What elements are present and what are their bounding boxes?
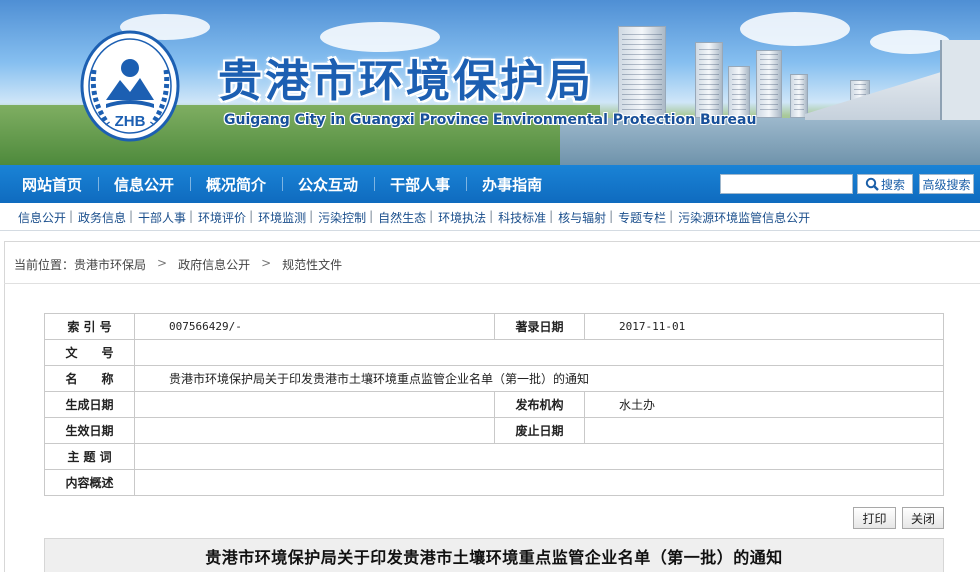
breadcrumb-separator: > xyxy=(261,256,272,270)
breadcrumb-prefix: 当前位置： xyxy=(14,258,75,272)
subnav-item[interactable]: 污染源环境监管信息公开 xyxy=(669,209,816,226)
name-label: 名 称 xyxy=(44,365,135,392)
table-row: 生效日期 废止日期 xyxy=(44,417,944,444)
doc-number-value xyxy=(134,339,944,366)
doc-number-label: 文 号 xyxy=(44,339,135,366)
summary-label: 内容概述 xyxy=(44,469,135,496)
date-recorded-label: 著录日期 xyxy=(494,313,585,340)
subnav-item[interactable]: 干部人事 xyxy=(129,209,192,226)
sub-nav: 信息公开 政务信息 干部人事 环境评价 环境监测 污染控制 自然生态 环境执法 … xyxy=(0,203,980,231)
print-button[interactable]: 打印 xyxy=(853,507,896,529)
table-row: 生成日期 发布机构 水土办 xyxy=(44,391,944,418)
search-icon xyxy=(865,177,879,191)
expired-date-value xyxy=(584,417,944,444)
subnav-item[interactable]: 信息公开 xyxy=(12,209,72,226)
search-button-label: 搜索 xyxy=(880,177,905,192)
zhb-logo: ZHB xyxy=(80,30,180,142)
divider xyxy=(4,283,980,284)
breadcrumb-separator: > xyxy=(157,256,168,270)
building-shape xyxy=(728,66,750,118)
breadcrumb-link[interactable]: 规范性文件 xyxy=(282,256,342,273)
table-row: 名 称 贵港市环境保护局关于印发贵港市土壤环境重点监管企业名单（第一批）的通知 xyxy=(44,365,944,392)
subnav-item[interactable]: 科技标准 xyxy=(489,209,552,226)
building-shape xyxy=(940,40,980,120)
breadcrumb-link[interactable]: 政府信息公开 xyxy=(178,256,250,273)
document-info-table: 索 引 号 007566429/- 著录日期 2017-11-01 文 号 名 … xyxy=(44,313,944,496)
created-date-value xyxy=(134,391,495,418)
logo-text: ZHB xyxy=(115,113,146,130)
keywords-value xyxy=(134,443,944,470)
subnav-item[interactable]: 核与辐射 xyxy=(549,209,612,226)
nav-item-overview[interactable]: 概况简介 xyxy=(190,174,282,195)
keywords-label: 主 题 词 xyxy=(44,443,135,470)
table-row: 主 题 词 xyxy=(44,443,944,470)
index-value: 007566429/- xyxy=(134,313,495,340)
site-title: 贵港市环境保护局 xyxy=(218,56,594,107)
breadcrumb: 当前位置： 贵港市环保局 > 政府信息公开 > 规范性文件 xyxy=(14,256,342,273)
search-input[interactable] xyxy=(720,174,853,194)
subnav-item[interactable]: 政务信息 xyxy=(69,209,132,226)
subnav-item[interactable]: 专题专栏 xyxy=(609,209,672,226)
summary-value xyxy=(134,469,944,496)
table-row: 文 号 xyxy=(44,339,944,366)
document-title: 贵港市环境保护局关于印发贵港市土壤环境重点监管企业名单（第一批）的通知 xyxy=(205,547,783,567)
publisher-label: 发布机构 xyxy=(494,391,585,418)
index-label: 索 引 号 xyxy=(44,313,135,340)
breadcrumb-link[interactable]: 贵港市环保局 xyxy=(74,256,146,273)
building-shape xyxy=(618,26,666,118)
nav-item-public-interaction[interactable]: 公众互动 xyxy=(282,174,374,195)
subnav-item[interactable]: 环境评价 xyxy=(189,209,252,226)
building-shape xyxy=(695,42,723,118)
building-shape xyxy=(756,50,782,118)
subnav-item[interactable]: 自然生态 xyxy=(369,209,432,226)
search-button[interactable]: 搜索 xyxy=(857,174,913,194)
created-date-label: 生成日期 xyxy=(44,391,135,418)
nav-item-service-guide[interactable]: 办事指南 xyxy=(466,174,558,195)
nav-item-info-disclosure[interactable]: 信息公开 xyxy=(98,174,190,195)
building-shape xyxy=(790,74,808,118)
date-recorded-value: 2017-11-01 xyxy=(584,313,944,340)
site-subtitle: Guigang City in Guangxi Province Environ… xyxy=(224,112,757,128)
document-title-bar: 贵港市环境保护局关于印发贵港市土壤环境重点监管企业名单（第一批）的通知 xyxy=(44,538,944,572)
name-value: 贵港市环境保护局关于印发贵港市土壤环境重点监管企业名单（第一批）的通知 xyxy=(134,365,944,392)
cloud-shape xyxy=(870,30,950,54)
expired-date-label: 废止日期 xyxy=(494,417,585,444)
close-button[interactable]: 关闭 xyxy=(902,507,944,529)
subnav-item[interactable]: 污染控制 xyxy=(309,209,372,226)
site-banner: ZHB 贵港市环境保护局 Guigang City in Guangxi Pro… xyxy=(0,0,980,165)
publisher-value: 水土办 xyxy=(584,391,944,418)
cloud-shape xyxy=(740,12,850,46)
effective-date-label: 生效日期 xyxy=(44,417,135,444)
nav-item-personnel[interactable]: 干部人事 xyxy=(374,174,466,195)
advanced-search-button[interactable]: 高级搜索 xyxy=(919,174,974,194)
subnav-item[interactable]: 环境执法 xyxy=(429,209,492,226)
subnav-item[interactable]: 环境监测 xyxy=(249,209,312,226)
table-row: 内容概述 xyxy=(44,469,944,496)
effective-date-value xyxy=(134,417,495,444)
table-row: 索 引 号 007566429/- 著录日期 2017-11-01 xyxy=(44,313,944,340)
nav-item-home[interactable]: 网站首页 xyxy=(6,174,98,195)
